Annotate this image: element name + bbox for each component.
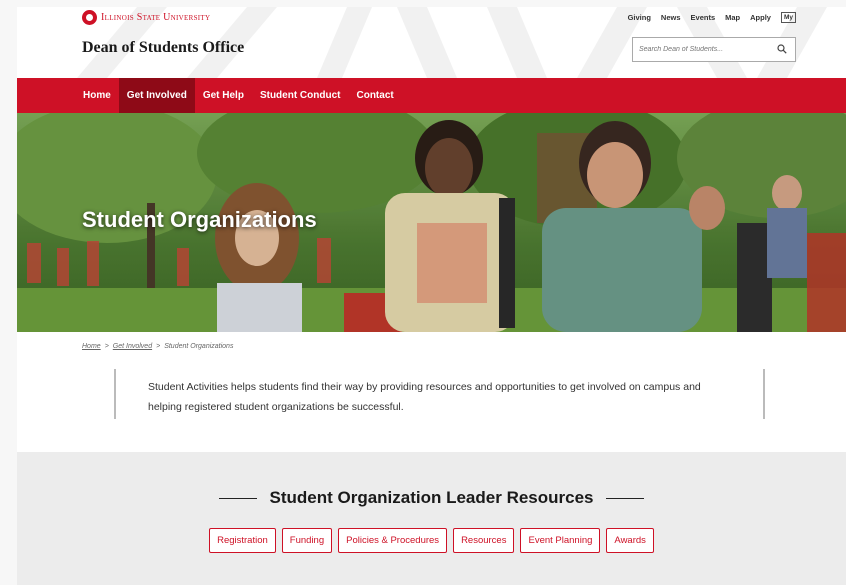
nav-item-home[interactable]: Home — [75, 78, 119, 113]
page-frame: Illinois State University Dean of Studen… — [17, 7, 846, 585]
breadcrumb: Home > Get Involved > Student Organizati… — [82, 343, 233, 350]
nav-item-get-involved[interactable]: Get Involved — [118, 78, 195, 113]
intro-text: Student Activities helps students find t… — [148, 381, 701, 413]
resources-button[interactable]: Resources — [453, 528, 515, 553]
university-name: Illinois State University — [101, 12, 211, 23]
breadcrumb-home[interactable]: Home — [82, 343, 101, 350]
event-planning-button[interactable]: Event Planning — [520, 528, 601, 553]
section-title: Student Organization Leader Resources — [269, 488, 594, 507]
site-header: Illinois State University Dean of Studen… — [17, 7, 846, 78]
heading-rule-left — [219, 497, 258, 499]
utility-link-events[interactable]: Events — [691, 13, 716, 22]
breadcrumb-get-involved[interactable]: Get Involved — [113, 343, 152, 350]
search-input[interactable] — [639, 46, 774, 53]
breadcrumb-separator: > — [104, 343, 109, 350]
breadcrumb-current: Student Organizations — [164, 343, 234, 350]
site-title[interactable]: Dean of Students Office — [82, 39, 244, 57]
utility-nav: Giving News Events Map Apply My — [628, 12, 796, 23]
university-seal-icon — [82, 10, 97, 25]
breadcrumb-separator: > — [156, 343, 161, 350]
hero-banner: Student Organizations — [17, 113, 846, 332]
search-box — [632, 37, 796, 62]
utility-link-apply[interactable]: Apply — [750, 13, 771, 22]
nav-item-get-help[interactable]: Get Help — [195, 78, 252, 113]
registration-button[interactable]: Registration — [209, 528, 276, 553]
utility-link-news[interactable]: News — [661, 13, 681, 22]
intro-callout: Student Activities helps students find t… — [114, 369, 765, 419]
nav-item-contact[interactable]: Contact — [348, 78, 401, 113]
funding-button[interactable]: Funding — [281, 528, 333, 553]
my-isu-link[interactable]: My — [780, 12, 796, 23]
awards-button[interactable]: Awards — [606, 528, 654, 553]
policies-procedures-button[interactable]: Policies & Procedures — [338, 528, 448, 553]
utility-link-map[interactable]: Map — [725, 13, 740, 22]
utility-link-giving[interactable]: Giving — [628, 13, 651, 22]
hero-title: Student Organizations — [82, 207, 317, 232]
heading-rule-right — [605, 497, 644, 499]
university-brand[interactable]: Illinois State University — [82, 10, 210, 25]
search-icon[interactable] — [777, 44, 787, 54]
nav-item-student-conduct[interactable]: Student Conduct — [252, 78, 349, 113]
section-heading: Student Organization Leader Resources — [17, 488, 846, 508]
leader-resources-section: Student Organization Leader Resources Re… — [17, 452, 846, 585]
main-nav: Home Get Involved Get Help Student Condu… — [17, 78, 846, 113]
resource-buttons: Registration Funding Policies & Procedur… — [17, 528, 846, 553]
